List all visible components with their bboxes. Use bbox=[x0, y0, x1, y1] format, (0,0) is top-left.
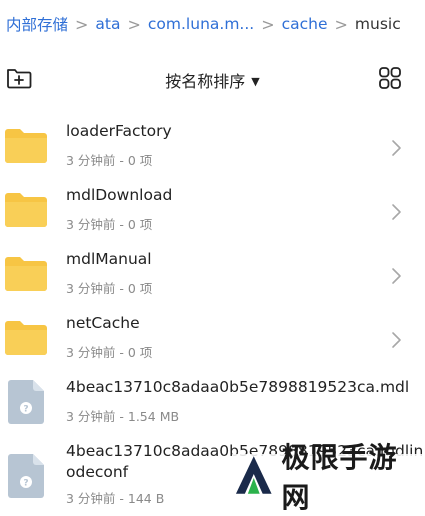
folder-icon bbox=[5, 193, 47, 227]
list-item-folder[interactable]: mdlManual 3 分钟前 - 0 项 bbox=[0, 244, 425, 308]
folder-icon bbox=[5, 129, 47, 163]
unknown-file-icon: ? bbox=[8, 380, 44, 424]
file-meta: 3 分钟前 - 0 项 bbox=[66, 281, 153, 296]
list-item-file[interactable]: ? 4beac13710c8adaa0b5e7898819523ca.mdl 3… bbox=[0, 372, 425, 436]
list-item-folder[interactable]: netCache 3 分钟前 - 0 项 bbox=[0, 308, 425, 372]
watermark-logo-icon bbox=[235, 456, 272, 494]
breadcrumb-item-music: music bbox=[354, 15, 401, 33]
breadcrumb-item-internal-storage[interactable]: 内部存储 bbox=[6, 13, 68, 35]
breadcrumb-item-ata[interactable]: ata bbox=[95, 15, 120, 33]
file-name: loaderFactory bbox=[66, 122, 172, 140]
sort-label: 按名称排序 bbox=[165, 72, 246, 91]
file-meta: 3 分钟前 - 144 B bbox=[66, 491, 165, 506]
toolbar: 按名称排序 ▼ bbox=[0, 54, 425, 102]
svg-text:?: ? bbox=[23, 479, 28, 489]
grid-view-icon[interactable] bbox=[378, 66, 402, 90]
list-item-folder[interactable]: mdlDownload 3 分钟前 - 0 项 bbox=[0, 180, 425, 244]
breadcrumb: 内部存储 > ata > com.luna.m... > cache > mus… bbox=[0, 0, 425, 48]
breadcrumb-separator: > bbox=[261, 14, 275, 34]
breadcrumb-separator: > bbox=[334, 14, 348, 34]
sort-dropdown[interactable]: 按名称排序 ▼ bbox=[0, 68, 425, 92]
unknown-file-icon: ? bbox=[8, 454, 44, 498]
folder-icon bbox=[5, 321, 47, 355]
file-meta: 3 分钟前 - 0 项 bbox=[66, 153, 153, 168]
file-meta: 3 分钟前 - 0 项 bbox=[66, 345, 153, 360]
file-name: 4beac13710c8adaa0b5e7898819523ca.mdl bbox=[66, 378, 410, 396]
watermark: 极限手游网 bbox=[232, 441, 425, 514]
caret-down-icon: ▼ bbox=[251, 75, 260, 88]
file-name: netCache bbox=[66, 314, 140, 332]
file-name: mdlManual bbox=[66, 250, 152, 268]
file-name: mdlDownload bbox=[66, 186, 173, 204]
svg-text:?: ? bbox=[23, 405, 28, 415]
watermark-text: 极限手游网 bbox=[281, 441, 398, 514]
breadcrumb-separator: > bbox=[75, 14, 89, 34]
chevron-right-icon bbox=[392, 268, 401, 284]
file-meta: 3 分钟前 - 1.54 MB bbox=[66, 409, 180, 424]
file-name-line2: odeconf bbox=[66, 463, 129, 481]
file-meta: 3 分钟前 - 0 项 bbox=[66, 217, 153, 232]
breadcrumb-item-cache[interactable]: cache bbox=[282, 15, 328, 33]
breadcrumb-separator: > bbox=[127, 14, 141, 34]
chevron-right-icon bbox=[392, 140, 401, 156]
list-item-folder[interactable]: loaderFactory 3 分钟前 - 0 项 bbox=[0, 116, 425, 180]
breadcrumb-item-com-luna[interactable]: com.luna.m... bbox=[148, 15, 254, 33]
folder-icon bbox=[5, 257, 47, 291]
chevron-right-icon bbox=[392, 204, 401, 220]
chevron-right-icon bbox=[392, 332, 401, 348]
